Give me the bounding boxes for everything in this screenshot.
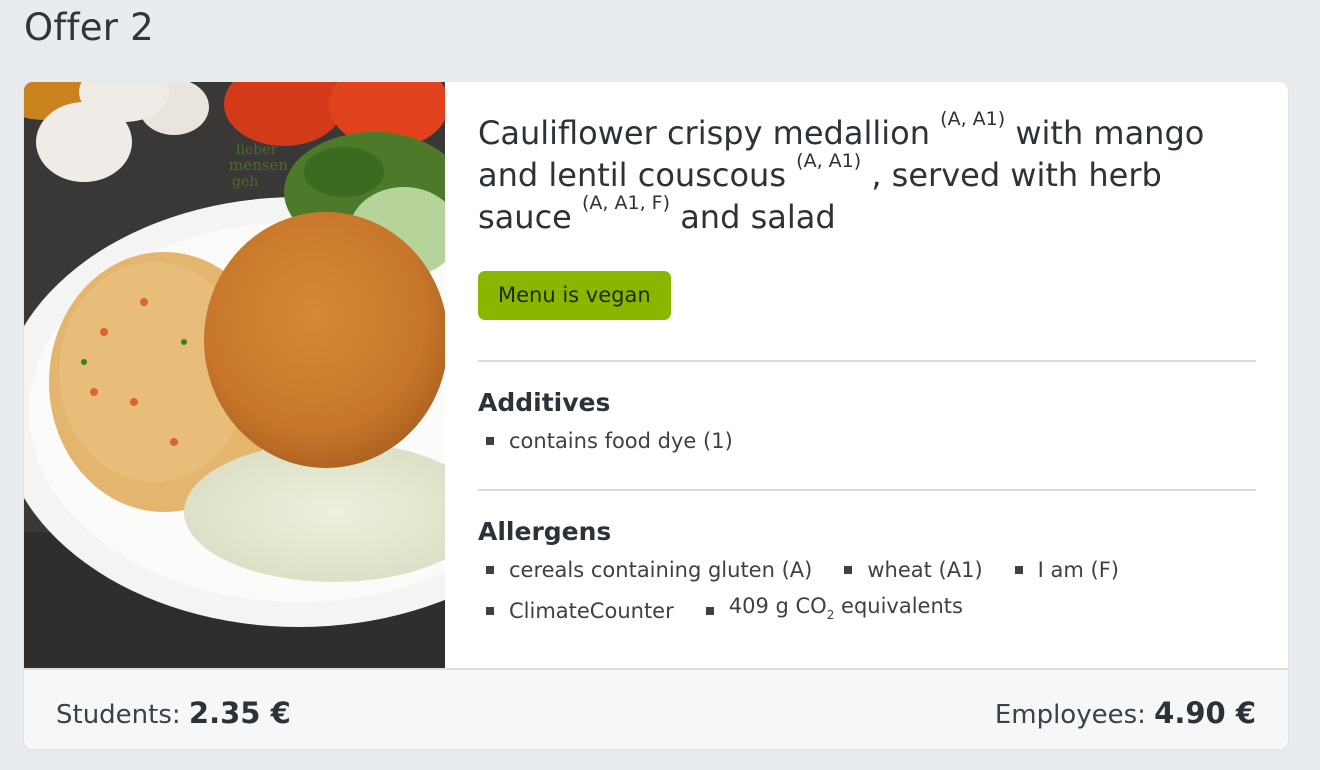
page-title: Offer 2 bbox=[24, 6, 154, 49]
additives-list: contains food dye (1) bbox=[478, 423, 1256, 459]
divider bbox=[478, 489, 1256, 491]
bullet-icon bbox=[486, 566, 494, 574]
bullet-icon bbox=[844, 566, 853, 574]
climate-counter-item: ClimateCounter 409 g CO2 equivalents bbox=[478, 588, 1178, 633]
divider bbox=[478, 360, 1256, 362]
bullet-icon bbox=[486, 437, 494, 445]
list-item: cereals containing gluten (A) bbox=[478, 552, 812, 588]
co2-value: 409 g CO2 equivalents bbox=[728, 594, 963, 622]
list-item: contains food dye (1) bbox=[478, 423, 733, 459]
offer-card: lieber mensen geh Cauliflower crispy med… bbox=[24, 82, 1288, 749]
meal-photo: lieber mensen geh bbox=[24, 82, 445, 668]
svg-text:geh: geh bbox=[232, 174, 258, 190]
vegan-badge: Menu is vegan bbox=[478, 271, 671, 320]
allergens-list: cereals containing gluten (A) wheat (A1)… bbox=[478, 552, 1178, 633]
meal-title: Cauliflower crispy medallion (A, A1) wit… bbox=[478, 108, 1205, 237]
price-footer: Students: 2.35 € Employees: 4.90 € bbox=[24, 668, 1288, 749]
offer-details: Cauliflower crispy medallion (A, A1) wit… bbox=[478, 108, 1256, 633]
allergens-heading: Allergens bbox=[478, 517, 612, 546]
bullet-icon bbox=[705, 606, 714, 615]
bullet-icon bbox=[486, 606, 494, 615]
student-price: Students: 2.35 € bbox=[56, 696, 291, 730]
list-item: wheat (A1) bbox=[836, 552, 983, 588]
bullet-icon bbox=[1014, 566, 1023, 574]
svg-text:mensen: mensen bbox=[229, 156, 288, 174]
list-item: I am (F) bbox=[1007, 552, 1119, 588]
employee-price: Employees: 4.90 € bbox=[994, 696, 1256, 730]
additives-heading: Additives bbox=[478, 388, 611, 417]
